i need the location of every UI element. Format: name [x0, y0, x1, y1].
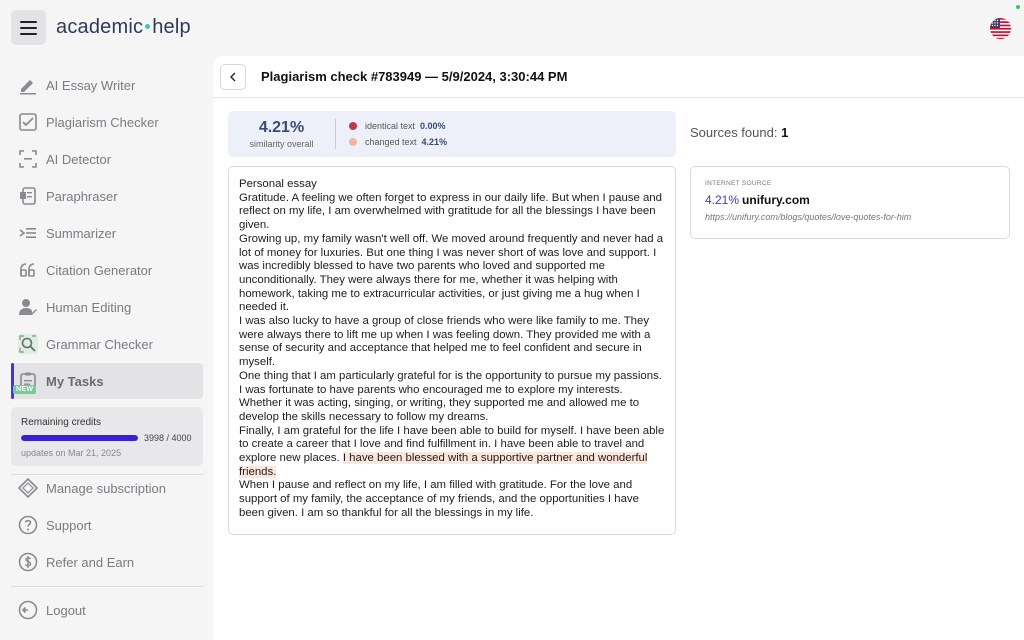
remaining-credits-panel: Remaining credits 3998 / 4000 updates on… [11, 407, 203, 466]
sidebar-item-plagiarism-checker[interactable]: Plagiarism Checker [11, 104, 203, 140]
sidebar-item-label: Human Editing [46, 299, 132, 315]
sidebar-item-my-tasks[interactable]: My Tasks [11, 363, 203, 399]
sidebar-item-label: AI Essay Writer [46, 77, 136, 93]
essay-paragraph: Personal essay [239, 178, 317, 190]
essay-paragraph: Gratitude. A feeling we often forget to … [239, 191, 662, 232]
similarity-summary: 4.21% similarity overall identical text … [228, 111, 676, 157]
dollar-circle-icon [18, 552, 38, 572]
menu-line [20, 26, 37, 29]
sidebar-item-ai-detector[interactable]: AI Detector [11, 141, 203, 177]
source-type: INTERNET SOURCE [705, 180, 772, 187]
sidebar-item-label: Citation Generator [46, 262, 153, 278]
sidebar-item-label: Support [46, 517, 92, 533]
similarity-percent: 4.21% [258, 119, 305, 136]
sidebar-item-grammar-checker[interactable]: Grammar Checker [11, 326, 203, 362]
brand-logo[interactable]: academic help [56, 16, 191, 39]
scan-icon [19, 150, 37, 168]
changed-text-row: changed text 4.21% [349, 134, 447, 150]
logo-dot [145, 24, 151, 29]
menu-line [20, 20, 37, 23]
sidebar-item-human-editing[interactable]: Human Editing [11, 289, 203, 325]
logo-text-part1: academic [56, 16, 144, 38]
source-card[interactable]: INTERNET SOURCE 4.21% unifury.com https:/… [690, 166, 1010, 239]
essay-text-panel: Personal essay Gratitude. A feeling we o… [228, 166, 676, 535]
menu-line [20, 32, 37, 35]
similarity-label: similarity overall [249, 139, 314, 149]
sidebar-item-support[interactable]: Support [11, 507, 203, 543]
sidebar-item-citation-generator[interactable]: Citation Generator [11, 252, 203, 288]
sources-found-heading: Sources found: 1 [690, 125, 788, 140]
quote-icon [20, 263, 35, 277]
credits-update-date: updates on Mar 21, 2025 [21, 448, 122, 458]
source-domain: unifury.com [742, 193, 810, 207]
page-header: Plagiarism check #783949 — 5/9/2024, 3:3… [213, 56, 1024, 98]
back-button[interactable] [220, 63, 246, 90]
sidebar-item-label: Refer and Earn [46, 554, 135, 570]
top-bar: academic help [0, 0, 1024, 56]
identical-value: 0.00% [420, 121, 446, 131]
sidebar-item-ai-essay-writer[interactable]: AI Essay Writer [11, 67, 203, 103]
sidebar-item-label: Logout [46, 602, 86, 618]
sources-label: Sources found: [690, 125, 778, 140]
page-title: Plagiarism check #783949 — 5/9/2024, 3:3… [261, 69, 568, 84]
pen-icon [20, 80, 36, 95]
sidebar-item-label: Summarizer [46, 225, 117, 241]
essay-paragraph: I was also lucky to have a group of clos… [239, 315, 651, 369]
chevron-left-icon [230, 72, 236, 81]
sidebar-item-manage-subscription[interactable]: Manage subscription [11, 470, 203, 506]
logo-text-part2: help [152, 16, 191, 38]
sidebar-item-paraphraser[interactable]: Paraphraser [11, 178, 203, 214]
sidebar-item-label: Manage subscription [46, 480, 166, 496]
hamburger-menu-button[interactable] [11, 10, 46, 45]
sidebar-item-label: AI Detector [46, 151, 112, 167]
sources-count: 1 [781, 125, 789, 140]
sidebar-item-summarizer[interactable]: Summarizer [11, 215, 203, 251]
credits-count: 3998 / 4000 [144, 433, 192, 443]
sidebar-item-label: Paraphraser [46, 188, 118, 204]
sidebar-divider [11, 586, 203, 587]
sidebar-item-label: Plagiarism Checker [46, 114, 159, 130]
help-circle-icon [18, 515, 38, 535]
source-url[interactable]: https://unifury.com/blogs/quotes/love-qu… [705, 212, 995, 222]
identical-dot-icon [349, 122, 357, 130]
identical-label: identical text [365, 121, 416, 131]
sidebar-item-refer-and-earn[interactable]: Refer and Earn [11, 544, 203, 580]
essay-paragraph: Growing up, my family wasn't well off. W… [239, 232, 664, 314]
essay-paragraph: One thing that I am particularly gratefu… [239, 369, 662, 423]
sidebar-item-label: My Tasks [46, 373, 104, 389]
changed-value: 4.21% [421, 137, 448, 147]
paraphrase-icon [20, 187, 36, 205]
changed-label: changed text [365, 137, 417, 147]
main-panel: Plagiarism check #783949 — 5/9/2024, 3:3… [213, 56, 1024, 640]
online-status-dot [1016, 5, 1020, 9]
logout-button[interactable]: Logout [11, 592, 203, 628]
logout-icon [18, 600, 38, 620]
credits-label: Remaining credits [21, 417, 102, 428]
source-percent: 4.21% [705, 193, 740, 207]
similarity-separator [335, 119, 336, 149]
changed-dot-icon [349, 138, 357, 146]
sidebar-item-label: Grammar Checker [46, 336, 153, 352]
us-flag-icon[interactable] [990, 18, 1011, 39]
credits-progress-bar [21, 435, 138, 441]
credits-progress-fill [21, 435, 138, 441]
new-badge: NEW [13, 385, 37, 394]
essay-paragraph: Finally, I am grateful for the life I ha… [239, 425, 665, 480]
essay-paragraph: When I pause and reflect on my life, I a… [239, 479, 639, 519]
person-edit-icon [19, 299, 37, 315]
grammar-search-icon [18, 334, 38, 354]
identical-text-row: identical text 0.00% [349, 118, 447, 134]
summarize-icon [19, 228, 36, 238]
sidebar: AI Essay Writer Plagiarism Checker AI De… [0, 56, 213, 640]
diamond-icon [18, 478, 38, 498]
document-check-icon [19, 113, 37, 131]
